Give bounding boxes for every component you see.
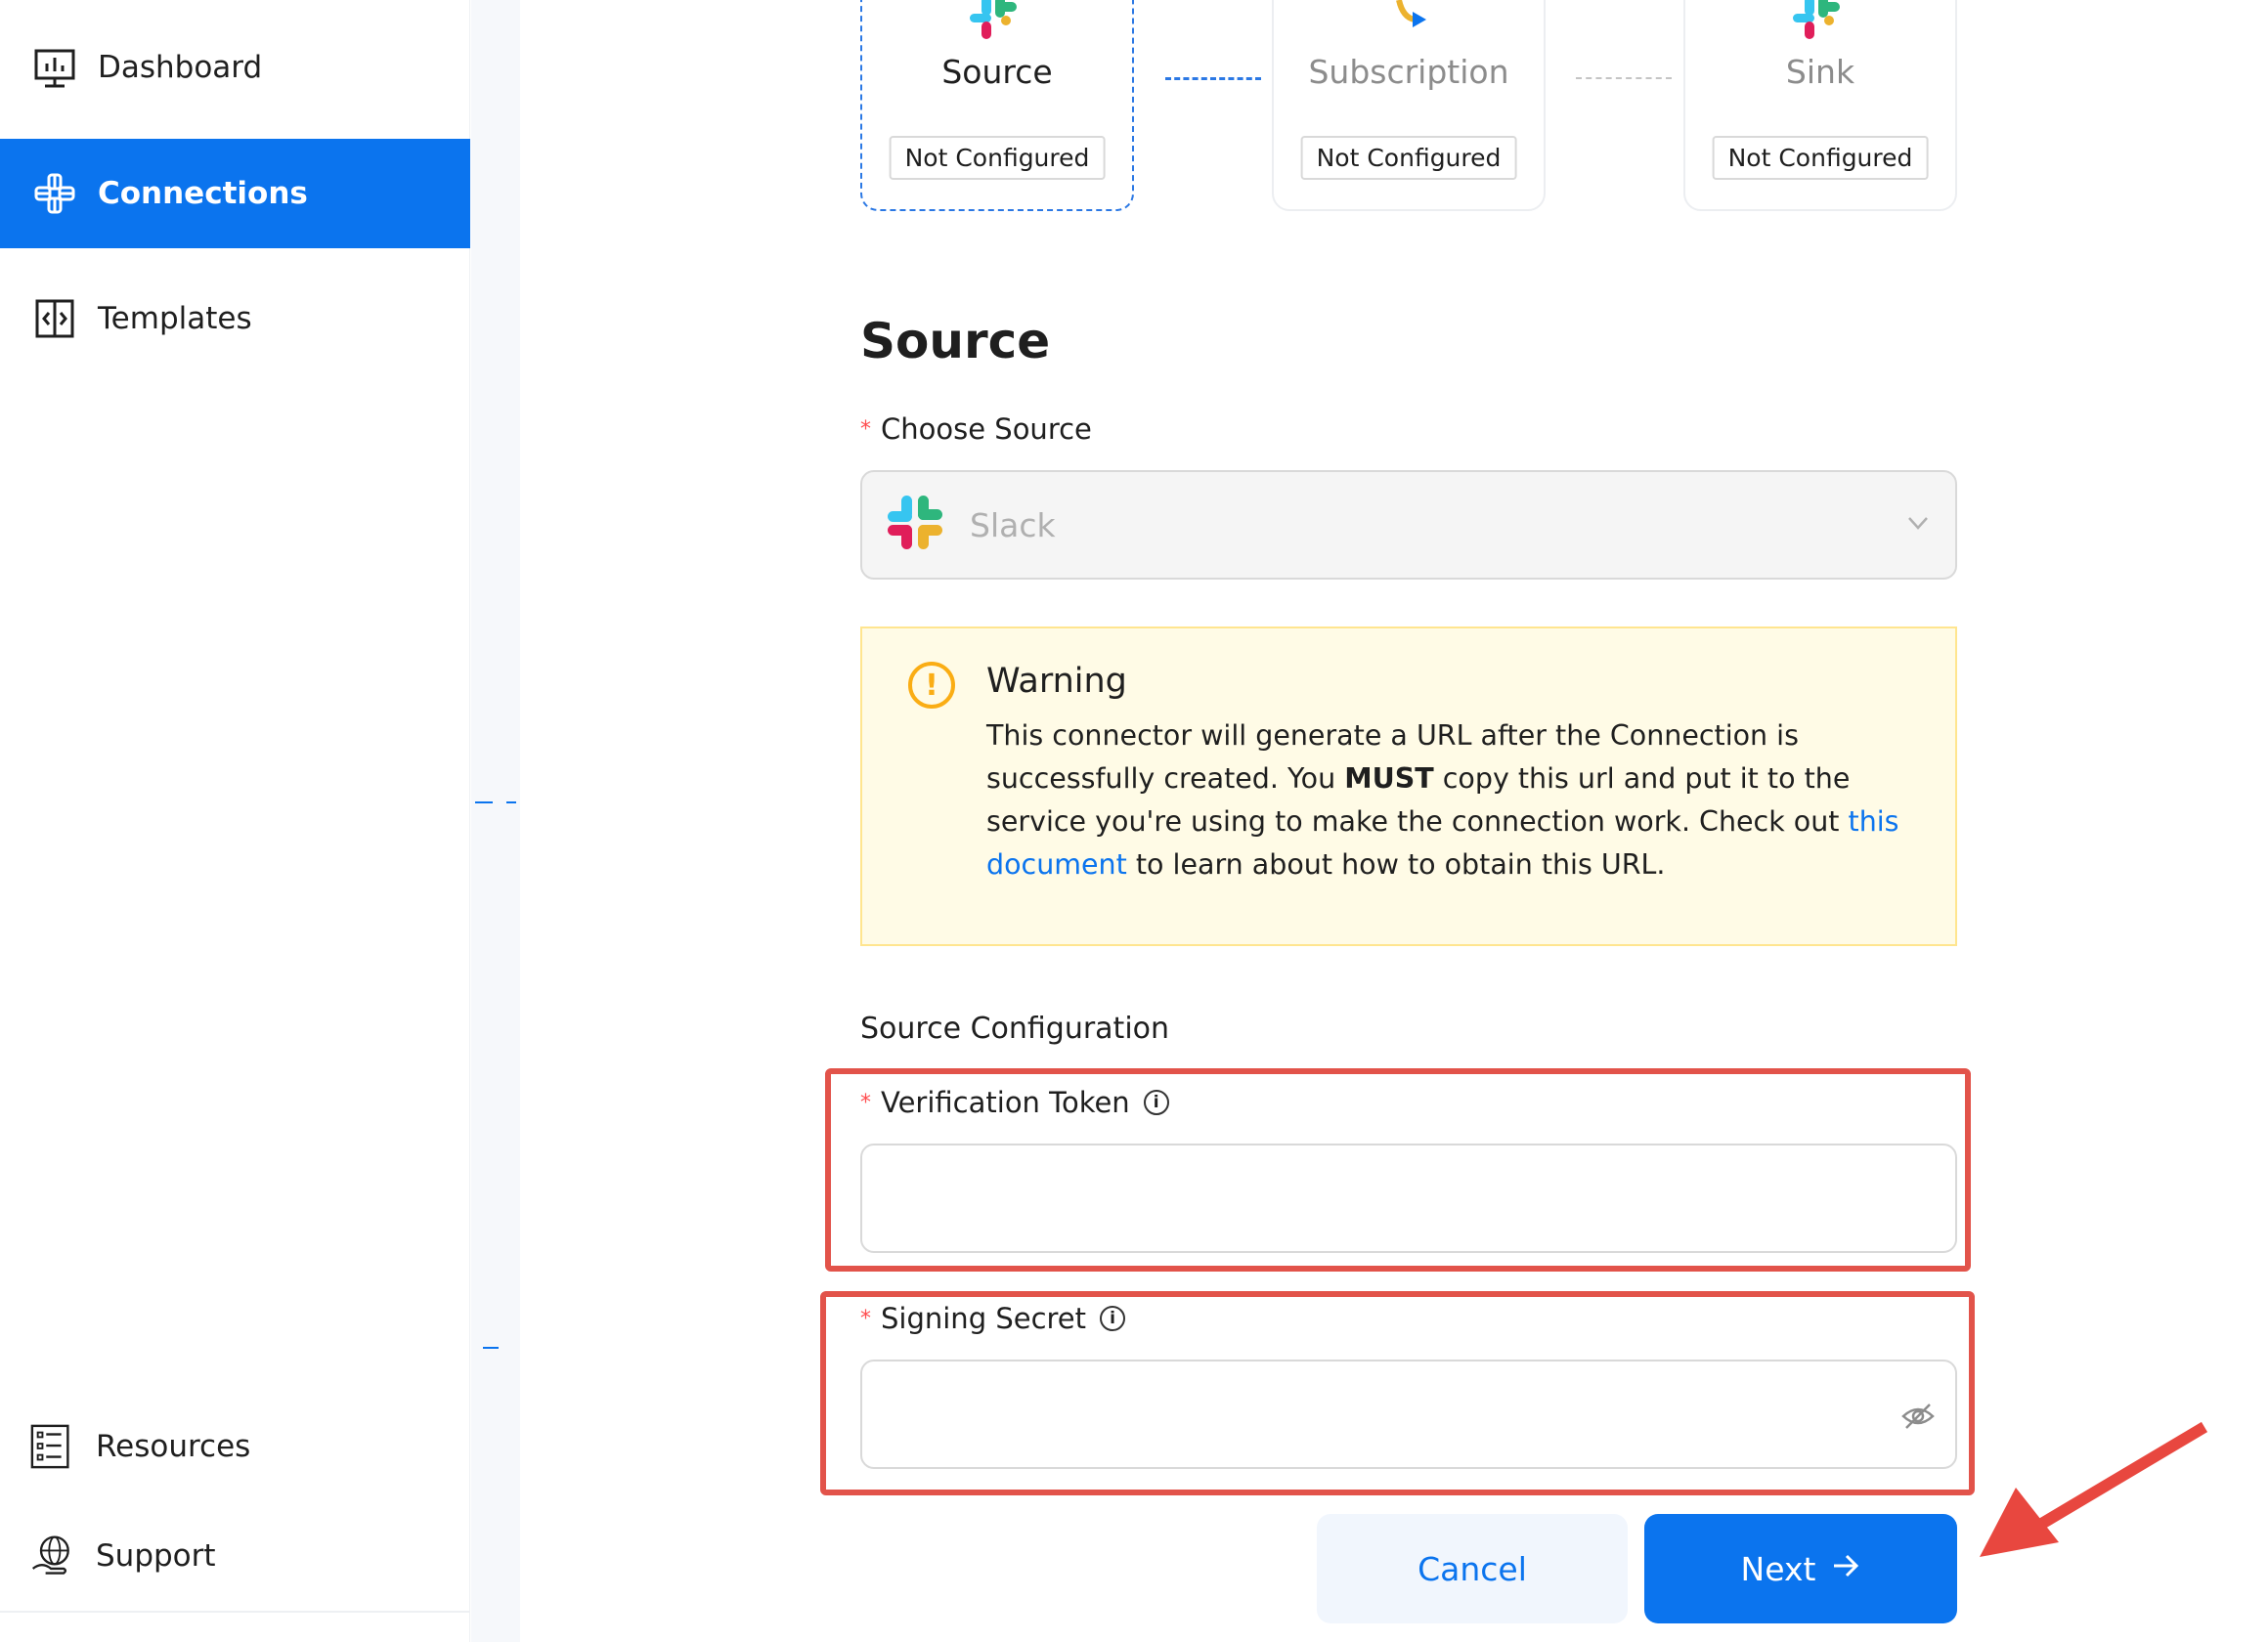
step-title: Source (941, 53, 1053, 91)
step-subscription[interactable]: Subscription Not Configured (1272, 0, 1546, 211)
warning-alert: ! Warning This connector will generate a… (860, 627, 1957, 946)
signing-secret-input[interactable] (860, 1360, 1957, 1469)
sidebar-item-label: Resources (96, 1429, 251, 1464)
sidebar-item-support[interactable]: Support (0, 1501, 470, 1611)
signing-secret-label: * Signing Secret i (860, 1302, 1126, 1335)
sidebar-item-label: Dashboard (98, 50, 263, 85)
sidebar-item-resources[interactable]: Resources (0, 1392, 470, 1501)
info-icon[interactable]: i (1143, 1090, 1169, 1115)
verification-token-label: * Verification Token i (860, 1086, 1169, 1119)
status-badge: Not Configured (1712, 136, 1929, 180)
status-badge: Not Configured (889, 136, 1106, 180)
slack-icon (968, 0, 1026, 43)
sidebar-item-templates[interactable]: Templates (0, 264, 470, 373)
dashboard-icon (31, 44, 78, 91)
cancel-button[interactable]: Cancel (1317, 1514, 1628, 1623)
arrow-right-icon (1831, 1550, 1860, 1588)
sidebar-item-dashboard[interactable]: Dashboard (0, 13, 470, 122)
chevron-down-icon (1906, 511, 1930, 539)
slack-icon (1791, 0, 1850, 43)
sidebar-gutter (471, 0, 520, 1642)
resources-icon (29, 1423, 76, 1470)
source-select[interactable]: Slack (860, 470, 1957, 580)
eye-invisible-icon[interactable] (1900, 1399, 1936, 1438)
info-icon[interactable]: i (1100, 1306, 1126, 1331)
divider (0, 1611, 470, 1613)
slack-icon (886, 494, 944, 556)
source-configuration-title: Source Configuration (860, 1012, 1170, 1046)
page-title: Source (860, 313, 1051, 369)
annotation-arrow (1965, 1417, 2229, 1568)
sidebar-item-label: Templates (98, 301, 252, 336)
warning-title: Warning (986, 662, 1127, 701)
warning-icon: ! (908, 662, 955, 709)
next-button[interactable]: Next (1644, 1514, 1957, 1623)
subscription-icon (1379, 0, 1438, 43)
step-title: Sink (1785, 53, 1855, 91)
sidebar-item-label: Support (96, 1538, 216, 1574)
support-icon (29, 1533, 76, 1579)
step-connector (1165, 77, 1261, 80)
step-sink[interactable]: Sink Not Configured (1683, 0, 1957, 211)
step-source[interactable]: Source Not Configured (860, 0, 1134, 211)
step-title: Subscription (1308, 53, 1509, 91)
connections-icon (31, 170, 78, 217)
choose-source-label: * Choose Source (860, 412, 1092, 446)
select-value: Slack (970, 505, 1056, 544)
sidebar-item-label: Connections (98, 176, 308, 211)
verification-token-input[interactable] (860, 1144, 1957, 1253)
warning-body: This connector will generate a URL after… (986, 719, 1899, 881)
templates-icon (31, 295, 78, 342)
sidebar-item-connections[interactable]: Connections (0, 139, 470, 248)
status-badge: Not Configured (1300, 136, 1517, 180)
step-connector (1576, 77, 1672, 79)
sidebar: Dashboard Connections Templates Resource… (0, 0, 470, 1642)
